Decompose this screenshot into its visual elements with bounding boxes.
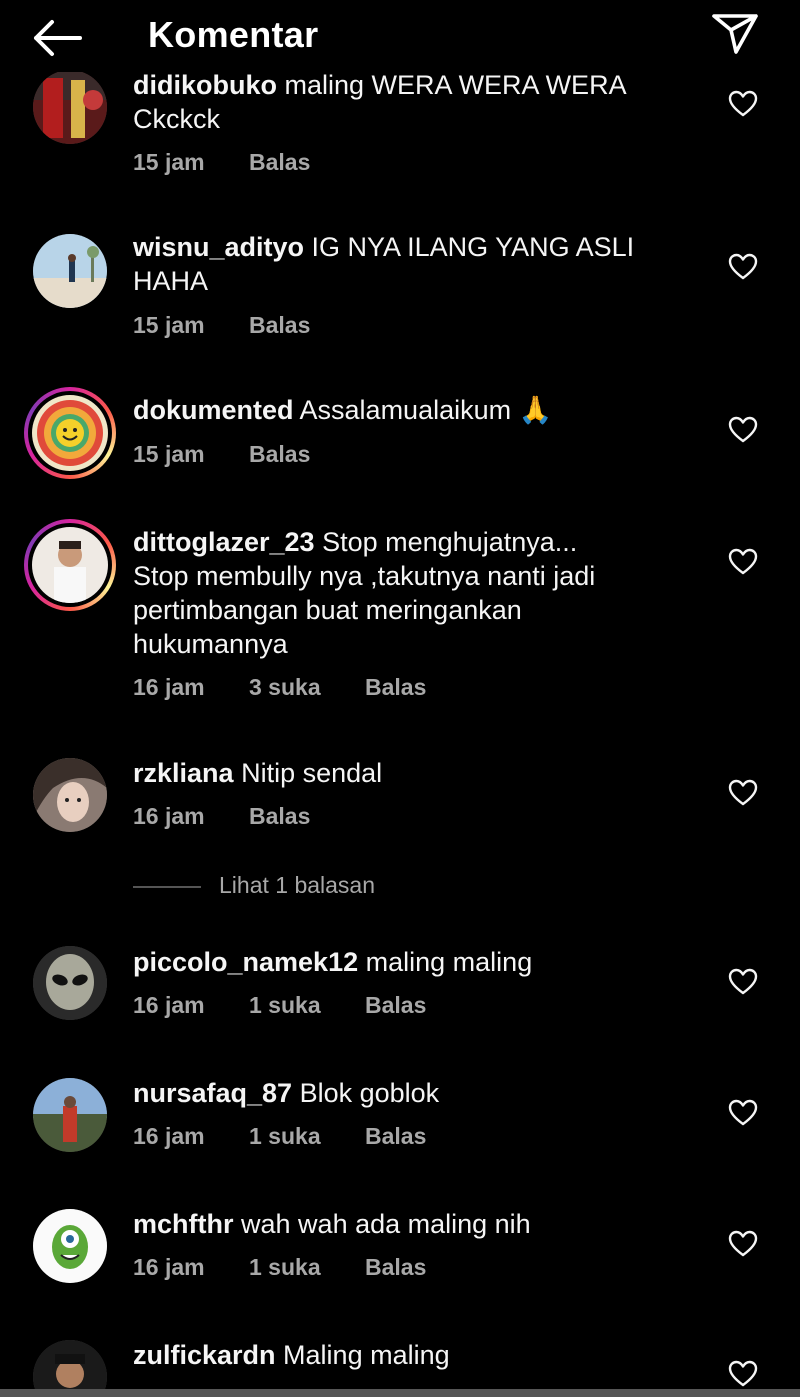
- like-count[interactable]: 1 suka: [249, 992, 321, 1019]
- page-title: Komentar: [148, 14, 319, 55]
- user-avatar: [32, 527, 108, 603]
- user-avatar[interactable]: [33, 758, 107, 832]
- heart-outline-icon[interactable]: [728, 548, 758, 576]
- reply-button[interactable]: Balas: [249, 803, 310, 830]
- comment-text: rzkliana Nitip sendal: [133, 756, 653, 790]
- paper-plane-icon[interactable]: [708, 10, 762, 58]
- heart-outline-icon[interactable]: [728, 968, 758, 996]
- comment-text: dokumented Assalamualaikum 🙏: [133, 393, 653, 427]
- comment-meta: 16 jam 3 suka Balas: [133, 674, 464, 701]
- comment-time: 16 jam: [133, 674, 205, 700]
- comment-username[interactable]: wisnu_adityo: [133, 232, 304, 262]
- user-avatar[interactable]: [33, 70, 107, 144]
- comment-text: wisnu_adityo IG NYA ILANG YANG ASLI HAHA: [133, 230, 653, 298]
- like-count[interactable]: 1 suka: [249, 1123, 321, 1150]
- comment-time: 16 jam: [133, 1254, 205, 1280]
- comment-username[interactable]: piccolo_namek12: [133, 947, 358, 977]
- comment-body: Nitip sendal: [241, 758, 383, 788]
- comment-time: 15 jam: [133, 441, 205, 467]
- comment-body: maling maling: [365, 947, 533, 977]
- story-ring-avatar[interactable]: [24, 519, 116, 611]
- reply-button[interactable]: Balas: [249, 149, 310, 176]
- reply-button[interactable]: Balas: [249, 441, 310, 468]
- comment-meta: 15 jam Balas: [133, 312, 348, 339]
- bottom-edge-bar: [0, 1389, 800, 1397]
- comment-body: wah wah ada maling nih: [241, 1209, 531, 1239]
- story-ring-avatar[interactable]: [24, 387, 116, 479]
- comment-username[interactable]: dittoglazer_23: [133, 527, 315, 557]
- comment-username[interactable]: didikobuko: [133, 70, 277, 100]
- comment-time: 15 jam: [133, 312, 205, 338]
- view-replies-label: Lihat 1 balasan: [219, 872, 376, 898]
- comment-body-line2: Ckckck: [133, 104, 220, 134]
- user-avatar[interactable]: [33, 1209, 107, 1283]
- comment-body: Assalamualaikum 🙏: [299, 395, 553, 425]
- comment-time: 16 jam: [133, 1123, 205, 1149]
- view-replies-button[interactable]: Lihat 1 balasan: [133, 872, 433, 902]
- comment-username[interactable]: nursafaq_87: [133, 1078, 292, 1108]
- heart-outline-icon[interactable]: [728, 90, 758, 118]
- reply-button[interactable]: Balas: [365, 992, 426, 1019]
- user-avatar: [32, 395, 108, 471]
- like-count[interactable]: 3 suka: [249, 674, 321, 701]
- comment-username[interactable]: dokumented: [133, 395, 294, 425]
- user-avatar[interactable]: [33, 234, 107, 308]
- comment-meta: 15 jam Balas: [133, 441, 348, 468]
- reply-button[interactable]: Balas: [365, 674, 426, 701]
- like-count[interactable]: 1 suka: [249, 1254, 321, 1281]
- heart-outline-icon[interactable]: [728, 253, 758, 281]
- comment-text: mchfthr wah wah ada maling nih: [133, 1207, 653, 1241]
- user-avatar[interactable]: [33, 1340, 107, 1390]
- comment-text: nursafaq_87 Blok goblok: [133, 1076, 653, 1110]
- heart-outline-icon[interactable]: [728, 1360, 758, 1388]
- comment-username[interactable]: mchfthr: [133, 1209, 234, 1239]
- heart-outline-icon[interactable]: [728, 1230, 758, 1258]
- comment-meta: 16 jam 1 suka Balas: [133, 1123, 464, 1150]
- comment-meta: 15 jam Balas: [133, 149, 348, 176]
- reply-button[interactable]: Balas: [249, 312, 310, 339]
- heart-outline-icon[interactable]: [728, 779, 758, 807]
- comment-meta: 16 jam Balas: [133, 803, 348, 830]
- comment-text: didikobuko maling WERA WERA WERA Ckckck: [133, 68, 653, 136]
- comment-time: 16 jam: [133, 992, 205, 1018]
- reply-button[interactable]: Balas: [365, 1123, 426, 1150]
- comment-text: piccolo_namek12 maling maling: [133, 945, 653, 979]
- user-avatar[interactable]: [33, 946, 107, 1020]
- comment-time: 16 jam: [133, 803, 205, 829]
- comment-body: Blok goblok: [299, 1078, 440, 1108]
- heart-outline-icon[interactable]: [728, 1099, 758, 1127]
- comment-text: dittoglazer_23 Stop menghujatnya... Stop…: [133, 525, 633, 661]
- comment-body: maling WERA WERA WERA: [284, 70, 627, 100]
- top-bar: Komentar: [0, 0, 800, 72]
- comment-body: Maling maling: [283, 1340, 450, 1370]
- comment-time: 15 jam: [133, 149, 205, 175]
- reply-button[interactable]: Balas: [365, 1254, 426, 1281]
- user-avatar[interactable]: [33, 1078, 107, 1152]
- comment-meta: 16 jam 1 suka Balas: [133, 1254, 464, 1281]
- comment-list[interactable]: didikobuko maling WERA WERA WERA Ckckck …: [0, 0, 800, 1390]
- comment-username[interactable]: zulfickardn: [133, 1340, 276, 1370]
- replies-divider: [133, 886, 201, 888]
- comment-meta: 16 jam 1 suka Balas: [133, 992, 464, 1019]
- comment-text: zulfickardn Maling maling: [133, 1338, 653, 1372]
- arrow-left-icon[interactable]: [30, 18, 84, 58]
- heart-outline-icon[interactable]: [728, 416, 758, 444]
- comment-username[interactable]: rzkliana: [133, 758, 234, 788]
